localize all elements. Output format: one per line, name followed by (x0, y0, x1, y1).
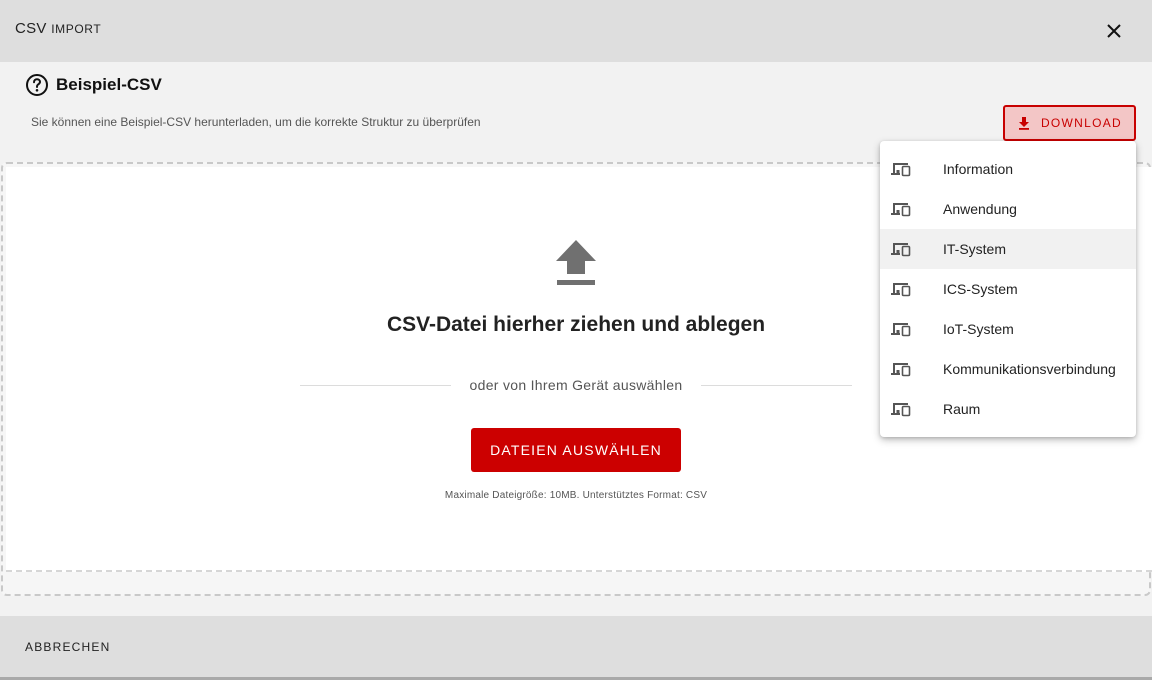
example-description: Sie können eine Beispiel-CSV herunterlad… (31, 115, 481, 129)
menu-item-it-system[interactable]: IT-System (880, 229, 1136, 269)
download-label: DOWNLOAD (1040, 116, 1123, 130)
dialog-header: CSV Import (0, 0, 1152, 62)
close-icon (1107, 24, 1121, 38)
devices-icon (890, 161, 912, 177)
dialog-title-second: Import (51, 22, 102, 36)
dialog-footer: ABBRECHEN (0, 616, 1152, 680)
download-icon (1017, 116, 1031, 130)
dialog-title-first: CSV (15, 20, 47, 37)
close-button[interactable] (1101, 18, 1127, 44)
menu-item-raum[interactable]: Raum (880, 389, 1136, 429)
menu-item-label: Anwendung (943, 201, 1017, 217)
devices-icon (890, 201, 912, 217)
menu-item-label: IoT-System (943, 321, 1014, 337)
menu-item-kommunikationsverbindung[interactable]: Kommunikationsverbindung (880, 349, 1136, 389)
upload-icon (556, 240, 596, 286)
select-files-button[interactable]: DATEIEN AUSWÄHLEN (471, 428, 681, 472)
menu-item-information[interactable]: Information (880, 149, 1136, 189)
cancel-button[interactable]: ABBRECHEN (25, 640, 110, 654)
menu-item-label: Raum (943, 401, 981, 417)
devices-icon (890, 401, 912, 417)
download-button[interactable]: DOWNLOAD (1003, 105, 1136, 141)
menu-item-anwendung[interactable]: Anwendung (880, 189, 1136, 229)
menu-item-ics-system[interactable]: ICS-System (880, 269, 1136, 309)
devices-icon (890, 361, 912, 377)
example-section-header: Beispiel-CSV (25, 72, 162, 98)
help-circle-icon (25, 73, 49, 97)
file-size-hint: Maximale Dateigröße: 10MB. Unterstütztes… (444, 490, 708, 501)
devices-icon (890, 241, 912, 257)
download-menu: Information Anwendung IT-System ICS-Syst… (880, 141, 1136, 437)
devices-icon (890, 321, 912, 337)
devices-icon (890, 281, 912, 297)
menu-item-label: Information (943, 161, 1014, 177)
menu-item-label: IT-System (943, 241, 1007, 257)
menu-item-label: ICS-System (943, 281, 1018, 297)
menu-item-iot-system[interactable]: IoT-System (880, 309, 1136, 349)
example-title: Beispiel-CSV (56, 75, 162, 94)
menu-item-label: Kommunikationsverbindung (943, 361, 1116, 377)
dialog-title: CSV Import (15, 20, 101, 37)
